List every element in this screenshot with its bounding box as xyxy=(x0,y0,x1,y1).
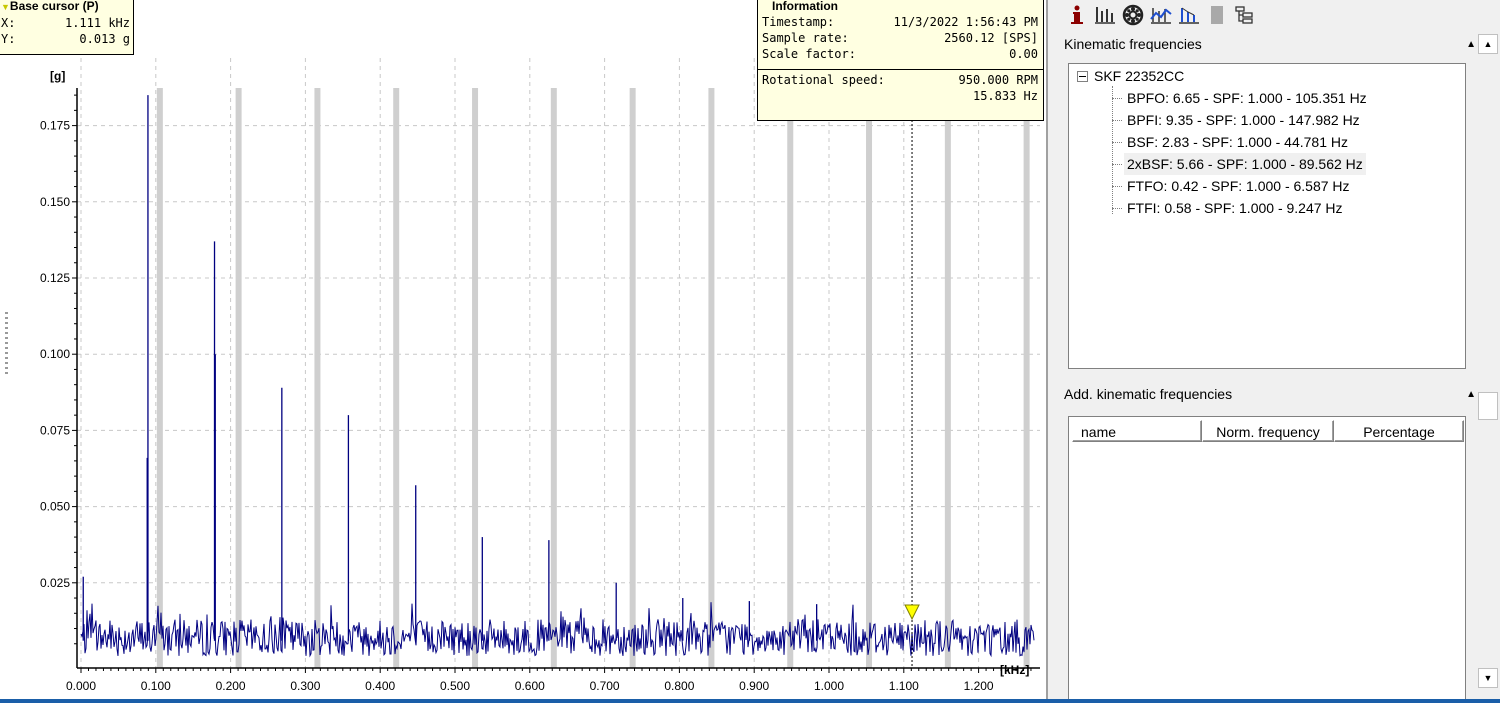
collapse-toggle-icon[interactable] xyxy=(1077,70,1088,82)
tree-item-bsf[interactable]: BSF: 2.83 - SPF: 1.000 - 44.781 Hz xyxy=(1124,131,1351,153)
x-axis-unit: [kHz] xyxy=(1000,663,1029,677)
harmonic-marker xyxy=(235,88,242,668)
harmonic-marker xyxy=(550,88,557,668)
tree-item-ftfo[interactable]: FTFO: 0.42 - SPF: 1.000 - 6.587 Hz xyxy=(1124,175,1353,197)
y-tick-label: 0.025 xyxy=(40,576,70,590)
kinematic-frequencies-title: Kinematic frequencies xyxy=(1064,36,1202,52)
window-bottom-border xyxy=(0,699,1500,703)
cursor-x-value: 1.111 kHz xyxy=(64,16,130,30)
timestamp-value: 11/3/2022 1:56:43 PM xyxy=(893,15,1039,29)
y-tick-label: 0.150 xyxy=(40,195,70,209)
tree-branch-line xyxy=(1112,208,1122,209)
harmonic-marker xyxy=(944,88,951,668)
tree-root-label: SKF 22352CC xyxy=(1094,68,1185,84)
base-cursor-box: ▼Base cursor (P) X: 1.111 kHz Y: 0.013 g xyxy=(0,0,134,55)
tree-guide-line xyxy=(1112,86,1113,214)
x-tick-label: 0.300 xyxy=(290,679,320,693)
x-tick-label: 0.900 xyxy=(739,679,769,693)
harmonics-icon[interactable] xyxy=(1178,4,1200,26)
x-tick-label: 0.000 xyxy=(66,679,96,693)
harmonic-marker xyxy=(866,88,873,668)
spectrum-trace xyxy=(80,602,1035,658)
harmonic-marker xyxy=(472,88,479,668)
tree-item-ftfi[interactable]: FTFI: 0.58 - SPF: 1.000 - 9.247 Hz xyxy=(1124,197,1346,219)
timestamp-label: Timestamp: xyxy=(762,15,835,29)
cursor-x-label: X: xyxy=(1,16,16,30)
add-kinematic-table[interactable]: name Norm. frequency Percentage xyxy=(1068,416,1466,703)
x-tick-label: 0.100 xyxy=(141,679,171,693)
rotational-speed-label: Rotational speed: xyxy=(762,73,885,87)
y-tick-label: 0.125 xyxy=(40,271,70,285)
spectrum-plot-area[interactable]: 0.000 0.100 0.200 0.300 0.400 0.500 0.600 0.700… xyxy=(0,0,1046,703)
tree-branch-line xyxy=(1112,142,1122,143)
scale-factor-value: 0.00 xyxy=(1009,47,1038,61)
x-tick-label: 0.700 xyxy=(590,679,620,693)
bars-icon[interactable] xyxy=(1094,4,1116,26)
tree-item-bpfi[interactable]: BPFI: 9.35 - SPF: 1.000 - 147.982 Hz xyxy=(1124,109,1363,131)
scroll-up-button[interactable]: ▲ xyxy=(1478,34,1498,54)
vertical-scrollbar[interactable]: ▲ ▼ xyxy=(1476,32,1500,703)
rotational-speed-rpm: 950.000 RPM xyxy=(958,73,1038,87)
cursor-marker-icon: ▼ xyxy=(1,2,10,12)
scale-factor-label: Scale factor: xyxy=(762,47,856,61)
harmonic-marker xyxy=(314,88,321,668)
info-icon[interactable] xyxy=(1066,4,1088,26)
sample-rate-label: Sample rate: xyxy=(762,31,849,45)
sample-rate-value: 2560.12 [SPS] xyxy=(944,31,1038,45)
cursor-marker[interactable] xyxy=(904,604,920,621)
x-tick-label: 0.800 xyxy=(664,679,694,693)
info-separator xyxy=(758,69,1043,70)
tree-branch-line xyxy=(1112,186,1122,187)
x-tick-label: 1.000 xyxy=(814,679,844,693)
add-kinematic-frequencies-title: Add. kinematic frequencies xyxy=(1064,386,1233,402)
y-tick-label: 0.075 xyxy=(40,423,70,437)
info-title: Information xyxy=(772,0,838,13)
panel-splitter-handle[interactable] xyxy=(5,312,8,376)
tree-item-bpfo[interactable]: BPFO: 6.65 - SPF: 1.000 - 105.351 Hz xyxy=(1124,87,1370,109)
cursor-title: Base cursor (P) xyxy=(9,0,99,13)
tree-branch-line xyxy=(1112,120,1122,121)
y-tick-label: 0.050 xyxy=(40,500,70,514)
x-tick-label: 0.200 xyxy=(216,679,246,693)
tree-branch-line xyxy=(1112,164,1122,165)
harmonic-marker xyxy=(629,88,636,668)
y-tick-label: 0.100 xyxy=(40,347,70,361)
right-panel: Kinematic frequencies ▲ SKF 22352CC BPFO… xyxy=(1046,0,1500,703)
hierarchy-icon[interactable] xyxy=(1234,4,1256,26)
column-header-norm-frequency[interactable]: Norm. frequency xyxy=(1202,420,1334,442)
x-tick-label: 0.600 xyxy=(515,679,545,693)
bearing-icon[interactable] xyxy=(1122,4,1144,26)
cursor-y-label: Y: xyxy=(1,32,16,46)
x-tick-label: 0.500 xyxy=(440,679,470,693)
information-box: Information Timestamp: 11/3/2022 1:56:43 … xyxy=(757,0,1044,121)
tree-root-item[interactable]: SKF 22352CC xyxy=(1077,68,1184,84)
rotational-speed-hz: 15.833 Hz xyxy=(972,89,1038,103)
gray-block-icon[interactable] xyxy=(1206,4,1228,26)
kinematic-frequencies-header[interactable]: Kinematic frequencies ▲ xyxy=(1060,32,1480,56)
scroll-thumb[interactable] xyxy=(1478,392,1498,420)
harmonic-marker xyxy=(393,88,400,668)
harmonic-marker xyxy=(708,88,715,668)
scroll-down-button[interactable]: ▼ xyxy=(1478,668,1498,688)
table-header: name Norm. frequency Percentage xyxy=(1072,420,1464,442)
tree-item-2xbsf[interactable]: 2xBSF: 5.66 - SPF: 1.000 - 89.562 Hz xyxy=(1124,153,1366,175)
toolbar xyxy=(1066,0,1256,30)
kinematic-tree[interactable]: SKF 22352CC BPFO: 6.65 - SPF: 1.000 - 10… xyxy=(1068,63,1466,369)
y-axis-unit: [g] xyxy=(50,69,65,83)
tree-branch-line xyxy=(1112,98,1122,99)
add-kinematic-frequencies-header[interactable]: Add. kinematic frequencies ▲ xyxy=(1060,382,1480,406)
cursor-y-value: 0.013 g xyxy=(79,32,130,46)
y-tick-label: 0.175 xyxy=(40,119,70,133)
harmonic-marker xyxy=(787,88,794,668)
trend-icon[interactable] xyxy=(1150,4,1172,26)
harmonic-marker xyxy=(1023,88,1030,668)
x-tick-label: 0.400 xyxy=(365,679,395,693)
column-header-percentage[interactable]: Percentage xyxy=(1334,420,1464,442)
harmonic-marker xyxy=(156,88,163,668)
x-tick-label: 1.100 xyxy=(889,679,919,693)
column-header-name[interactable]: name xyxy=(1072,420,1202,442)
x-tick-label: 1.200 xyxy=(964,679,994,693)
